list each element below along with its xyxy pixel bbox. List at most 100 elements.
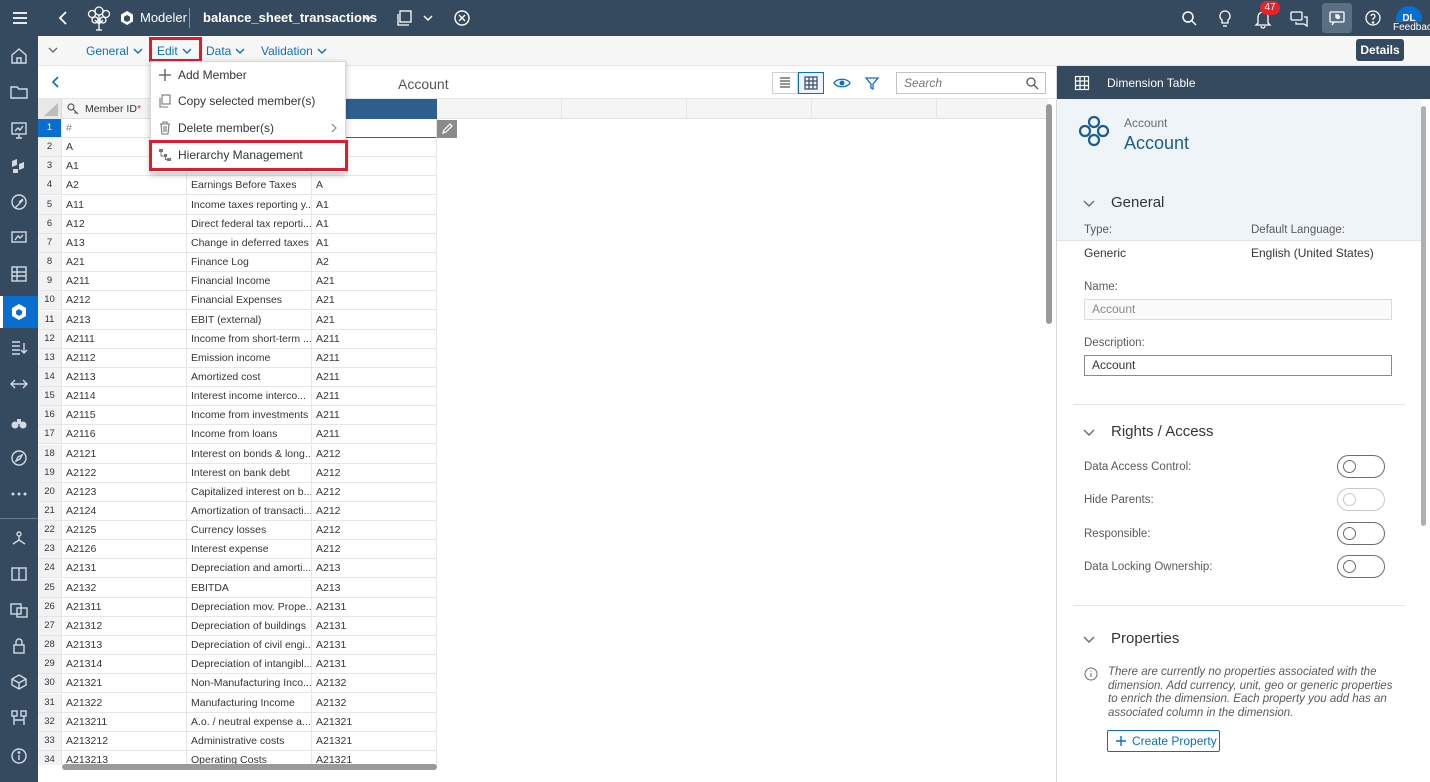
- chat-icon[interactable]: [1288, 7, 1310, 29]
- table-row[interactable]: 14 A2113 Amortized cost A211: [38, 367, 1048, 387]
- back-icon[interactable]: [48, 74, 64, 90]
- table-row[interactable]: 7 A13 Change in deferred taxes A1: [38, 233, 1048, 253]
- member-id-cell[interactable]: A213213: [62, 750, 187, 765]
- create-property-button[interactable]: Create Property: [1107, 730, 1220, 752]
- member-id-cell[interactable]: A12: [62, 214, 187, 234]
- parent-cell[interactable]: A2131: [312, 636, 437, 656]
- more-icon[interactable]: [9, 484, 29, 504]
- member-id-cell[interactable]: A21322: [62, 693, 187, 713]
- description-cell[interactable]: Manufacturing Income: [187, 693, 312, 713]
- description-cell[interactable]: Income taxes reporting y...: [187, 195, 312, 215]
- menu-item-copy-members[interactable]: Copy selected member(s): [151, 88, 347, 114]
- description-cell[interactable]: EBITDA: [187, 578, 312, 598]
- table-row[interactable]: 17 A2116 Income from loans A211: [38, 425, 1048, 445]
- member-id-cell[interactable]: A212: [62, 291, 187, 311]
- edit-cell-button[interactable]: [437, 120, 457, 138]
- rights-section-header[interactable]: Rights / Access: [1083, 423, 1214, 440]
- member-id-cell[interactable]: A211: [62, 272, 187, 292]
- menu-edit[interactable]: Edit: [157, 40, 193, 62]
- data-access-control-toggle[interactable]: [1337, 455, 1385, 478]
- table-row[interactable]: 28 A21313 Depreciation of civil engi... A21…: [38, 636, 1048, 656]
- description-cell[interactable]: Income from investments: [187, 406, 312, 426]
- parent-cell[interactable]: A2132: [312, 693, 437, 713]
- parent-cell[interactable]: A212: [312, 540, 437, 560]
- parent-cell[interactable]: A21321: [312, 750, 437, 765]
- table-row[interactable]: 29 A21314 Depreciation of intangibl... A213…: [38, 655, 1048, 675]
- table-row[interactable]: 13 A2112 Emission income A211: [38, 348, 1048, 368]
- description-cell[interactable]: Emission income: [187, 348, 312, 368]
- parent-cell[interactable]: A211: [312, 367, 437, 387]
- description-cell[interactable]: Amortized cost: [187, 367, 312, 387]
- general-section-header[interactable]: General: [1083, 194, 1164, 211]
- packages-icon[interactable]: [9, 672, 29, 692]
- table-row[interactable]: 6 A12 Direct federal tax reporti... A1: [38, 214, 1048, 234]
- versions-icon[interactable]: [394, 7, 416, 29]
- table-row[interactable]: 32 A213211 A.o. / neutral expense a... A213…: [38, 712, 1048, 732]
- description-cell[interactable]: Depreciation of buildings: [187, 616, 312, 636]
- description-cell[interactable]: Interest income interco...: [187, 387, 312, 407]
- description-cell[interactable]: Depreciation and amorti...: [187, 559, 312, 579]
- search-icon[interactable]: [1025, 76, 1039, 90]
- parent-cell[interactable]: A212: [312, 502, 437, 521]
- feedback-label[interactable]: Feedback: [1391, 22, 1430, 33]
- parent-cell[interactable]: A1: [312, 233, 437, 253]
- menu-validation[interactable]: Validation: [261, 40, 328, 62]
- parent-cell[interactable]: A211: [312, 387, 437, 407]
- description-cell[interactable]: Interest on bonds & long...: [187, 444, 312, 464]
- description-cell[interactable]: Direct federal tax reporti...: [187, 214, 312, 234]
- table-row[interactable]: 23 A2126 Interest expense A212: [38, 540, 1048, 560]
- description-cell[interactable]: Change in deferred taxes: [187, 233, 312, 253]
- member-id-cell[interactable]: A2115: [62, 406, 187, 426]
- datasets-icon[interactable]: [9, 264, 29, 284]
- parent-cell[interactable]: A211: [312, 348, 437, 368]
- member-id-cell[interactable]: A2121: [62, 444, 187, 464]
- list-view-button[interactable]: [772, 72, 798, 94]
- table-row[interactable]: 24 A2131 Depreciation and amorti... A213: [38, 559, 1048, 579]
- parent-cell[interactable]: A1: [312, 214, 437, 234]
- description-cell[interactable]: A.o. / neutral expense a...: [187, 712, 312, 732]
- table-row[interactable]: 27 A21312 Depreciation of buildings A2131: [38, 616, 1048, 636]
- description-cell[interactable]: Income from loans: [187, 425, 312, 445]
- description-cell[interactable]: Interest expense: [187, 540, 312, 560]
- eye-icon[interactable]: [833, 75, 851, 91]
- member-id-cell[interactable]: A13: [62, 233, 187, 253]
- member-id-cell[interactable]: A2131: [62, 559, 187, 579]
- table-row[interactable]: 30 A21321 Non-Manufacturing Inco... A2132: [38, 674, 1048, 694]
- hide-parents-toggle[interactable]: [1337, 488, 1385, 511]
- table-row[interactable]: 20 A2123 Capitalized interest on b... A212: [38, 482, 1048, 502]
- compass-icon[interactable]: [9, 448, 29, 468]
- description-cell[interactable]: Capitalized interest on b...: [187, 482, 312, 502]
- grid-view-button[interactable]: [798, 72, 824, 94]
- parent-cell[interactable]: A2131: [312, 655, 437, 675]
- parent-cell[interactable]: A21: [312, 291, 437, 311]
- search-input[interactable]: [897, 73, 1021, 93]
- transport-icon[interactable]: [9, 374, 29, 394]
- table-row[interactable]: 12 A2111 Income from short-term ... A211: [38, 329, 1048, 349]
- analytic-app-icon[interactable]: [9, 156, 29, 176]
- stories-icon[interactable]: [9, 120, 29, 140]
- back-icon[interactable]: [53, 7, 75, 29]
- info-nav-icon[interactable]: [9, 746, 29, 766]
- description-cell[interactable]: Depreciation mov. Prope...: [187, 597, 312, 617]
- collapse-toolbar-button[interactable]: [47, 40, 59, 62]
- parent-cell[interactable]: A211: [312, 329, 437, 349]
- panel-scrollbar[interactable]: [1421, 106, 1426, 526]
- filter-icon[interactable]: [864, 75, 880, 91]
- description-cell[interactable]: Finance Log: [187, 253, 312, 273]
- table-row[interactable]: 16 A2115 Income from investments A211: [38, 406, 1048, 426]
- parent-cell[interactable]: A21321: [312, 712, 437, 732]
- table-row[interactable]: 25 A2132 EBITDA A213: [38, 578, 1048, 598]
- member-id-cell[interactable]: A11: [62, 195, 187, 215]
- table-row[interactable]: 15 A2114 Interest income interco... A211: [38, 387, 1048, 407]
- parent-cell[interactable]: A2: [312, 253, 437, 273]
- lightbulb-icon[interactable]: [1214, 7, 1236, 29]
- close-circle-icon[interactable]: [451, 7, 473, 29]
- folder-icon[interactable]: [9, 82, 29, 102]
- description-cell[interactable]: Financial Income: [187, 272, 312, 292]
- member-id-cell[interactable]: A21311: [62, 597, 187, 617]
- table-row[interactable]: 21 A2124 Amortization of transacti... A212: [38, 502, 1048, 521]
- table-row[interactable]: 18 A2121 Interest on bonds & long... A212: [38, 444, 1048, 464]
- table-row[interactable]: 22 A2125 Currency losses A212: [38, 521, 1048, 541]
- table-row[interactable]: 26 A21311 Depreciation mov. Prope... A2131: [38, 597, 1048, 617]
- description-field[interactable]: Account: [1084, 355, 1392, 376]
